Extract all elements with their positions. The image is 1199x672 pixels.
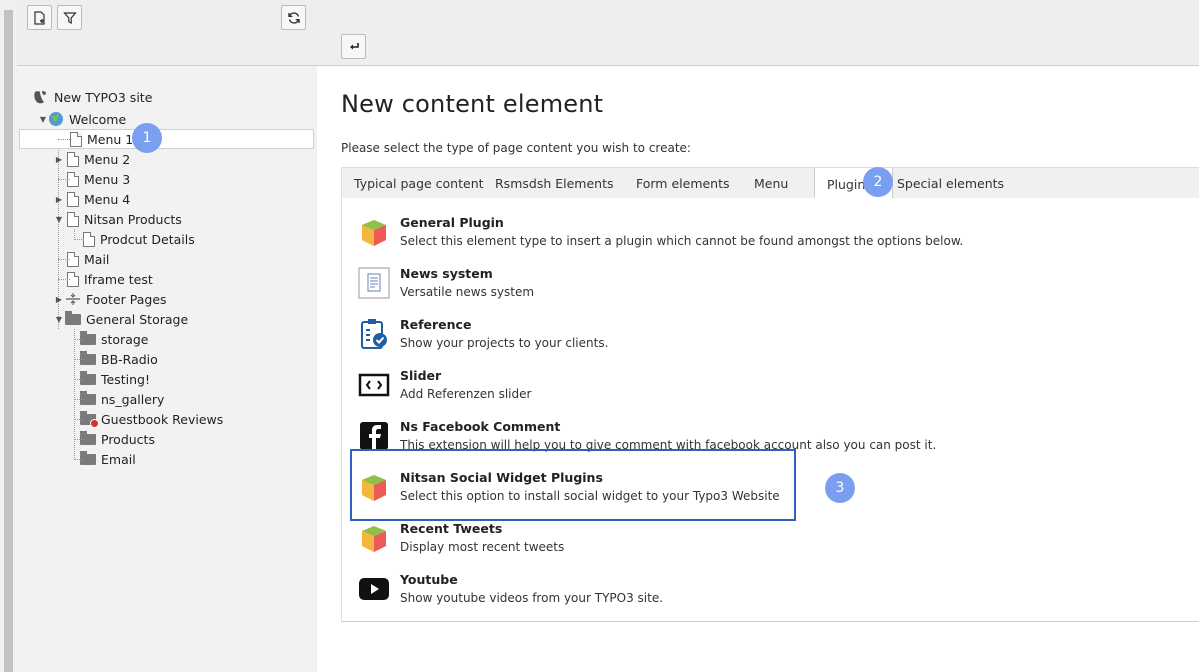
tree-line [74, 379, 84, 380]
collapse-caret-icon[interactable]: ▼ [54, 314, 64, 324]
new-page-button[interactable] [27, 5, 52, 30]
tree-node-bb-radio[interactable]: BB-Radio [80, 349, 158, 369]
filter-button[interactable] [57, 5, 82, 30]
expand-caret-icon[interactable]: ▶ [54, 154, 64, 164]
expand-caret-icon[interactable]: ▶ [54, 294, 64, 304]
tree-node-general-storage[interactable]: ▼ General Storage [54, 309, 188, 329]
spacer-icon [66, 293, 80, 305]
step-badge-1: 1 [132, 123, 162, 153]
tree-node-footer-pages[interactable]: ▶ Footer Pages [54, 289, 167, 309]
tree-node-menu-4[interactable]: ▶ Menu 4 [54, 189, 130, 209]
plugins-list: General Plugin Select this element type t… [341, 198, 1199, 622]
list-item-reference[interactable]: Reference Show your projects to your clie… [358, 316, 608, 356]
page-icon [83, 231, 95, 247]
list-item-slider[interactable]: Slider Add Referenzen slider [358, 367, 531, 407]
slider-icon [358, 373, 390, 397]
tree-node-ns-gallery[interactable]: ns_gallery [80, 389, 164, 409]
toolbar [17, 0, 1199, 66]
refresh-button[interactable] [281, 5, 306, 30]
tree-node-storage[interactable]: storage [80, 329, 149, 349]
tree-line [74, 339, 84, 340]
page-tree: New TYPO3 site ▼ Welcome Menu 1 ▶ Menu 2… [17, 66, 317, 672]
step-badge-3: 3 [825, 473, 855, 503]
folder-icon [65, 310, 81, 325]
left-scrollbar[interactable] [0, 0, 17, 672]
tree-line [74, 359, 84, 360]
facebook-icon [360, 422, 388, 450]
youtube-icon [359, 578, 389, 600]
tree-line [58, 279, 70, 280]
plugin-cube-icon [362, 220, 386, 246]
typo3-logo-icon [34, 91, 46, 104]
tree-line [58, 259, 70, 260]
main-panel: New content element Please select the ty… [317, 66, 1199, 672]
tab-special-elements[interactable]: Special elements [885, 168, 1016, 199]
tree-node-prodcut-details[interactable]: Prodcut Details [80, 229, 195, 249]
step-badge-2: 2 [863, 167, 893, 197]
return-button[interactable] [341, 34, 366, 59]
tree-node-email[interactable]: Email [80, 449, 136, 469]
filter-icon [62, 11, 77, 24]
news-icon [358, 267, 390, 299]
tree-line [74, 459, 84, 460]
return-icon [349, 42, 359, 49]
tab-rsmsdsh-elements[interactable]: Rsmsdsh Elements [483, 168, 626, 199]
tree-node-guestbook-reviews[interactable]: Guestbook Reviews [80, 409, 223, 429]
tab-bar: Typical page content Rsmsdsh Elements Fo… [341, 167, 1199, 201]
list-item-news-system[interactable]: News system Versatile news system [358, 265, 534, 305]
tab-menu[interactable]: Menu [742, 168, 800, 199]
plugin-cube-icon [362, 526, 386, 552]
tab-typical-page-content[interactable]: Typical page content [342, 168, 496, 199]
tree-root-label: New TYPO3 site [54, 90, 153, 105]
tree-node-testing[interactable]: Testing! [80, 369, 150, 389]
page-icon [70, 131, 82, 147]
page-subtitle: Please select the type of page content y… [341, 141, 691, 155]
tree-node-menu-2[interactable]: ▶ Menu 2 [54, 149, 130, 169]
page-icon [67, 191, 79, 207]
tree-node-products[interactable]: Products [80, 429, 155, 449]
reference-clipboard-icon [361, 319, 387, 349]
expand-caret-icon[interactable]: ▶ [54, 194, 64, 204]
page-shortcut-icon [67, 151, 79, 167]
refresh-icon [287, 11, 300, 24]
tree-node-welcome[interactable]: ▼ Welcome [38, 109, 126, 129]
tree-line [58, 179, 70, 180]
tree-node-iframe-test[interactable]: Iframe test [64, 269, 153, 289]
tree-node-mail[interactable]: Mail [64, 249, 109, 269]
tree-line [74, 439, 84, 440]
highlight-box [350, 449, 796, 521]
page-title: New content element [341, 90, 604, 118]
tree-root[interactable]: New TYPO3 site [33, 90, 152, 105]
tree-node-nitsan-products[interactable]: ▼ Nitsan Products [54, 209, 182, 229]
collapse-caret-icon[interactable]: ▼ [54, 214, 64, 224]
tree-line [74, 329, 75, 460]
page-icon [67, 211, 79, 227]
tab-form-elements[interactable]: Form elements [624, 168, 742, 199]
tree-node-menu-3[interactable]: Menu 3 [64, 169, 130, 189]
left-scrollbar-thumb[interactable] [4, 10, 13, 672]
tree-line [74, 399, 84, 400]
list-item-general-plugin[interactable]: General Plugin Select this element type t… [358, 214, 963, 254]
globe-icon [49, 112, 63, 126]
list-item-recent-tweets[interactable]: Recent Tweets Display most recent tweets [358, 520, 564, 560]
list-item-youtube[interactable]: Youtube Show youtube videos from your TYP… [358, 571, 663, 611]
new-page-icon [33, 10, 45, 25]
tree-line [74, 239, 84, 240]
collapse-caret-icon[interactable]: ▼ [38, 114, 48, 124]
tree-line [74, 419, 84, 420]
tree-line [58, 139, 70, 140]
